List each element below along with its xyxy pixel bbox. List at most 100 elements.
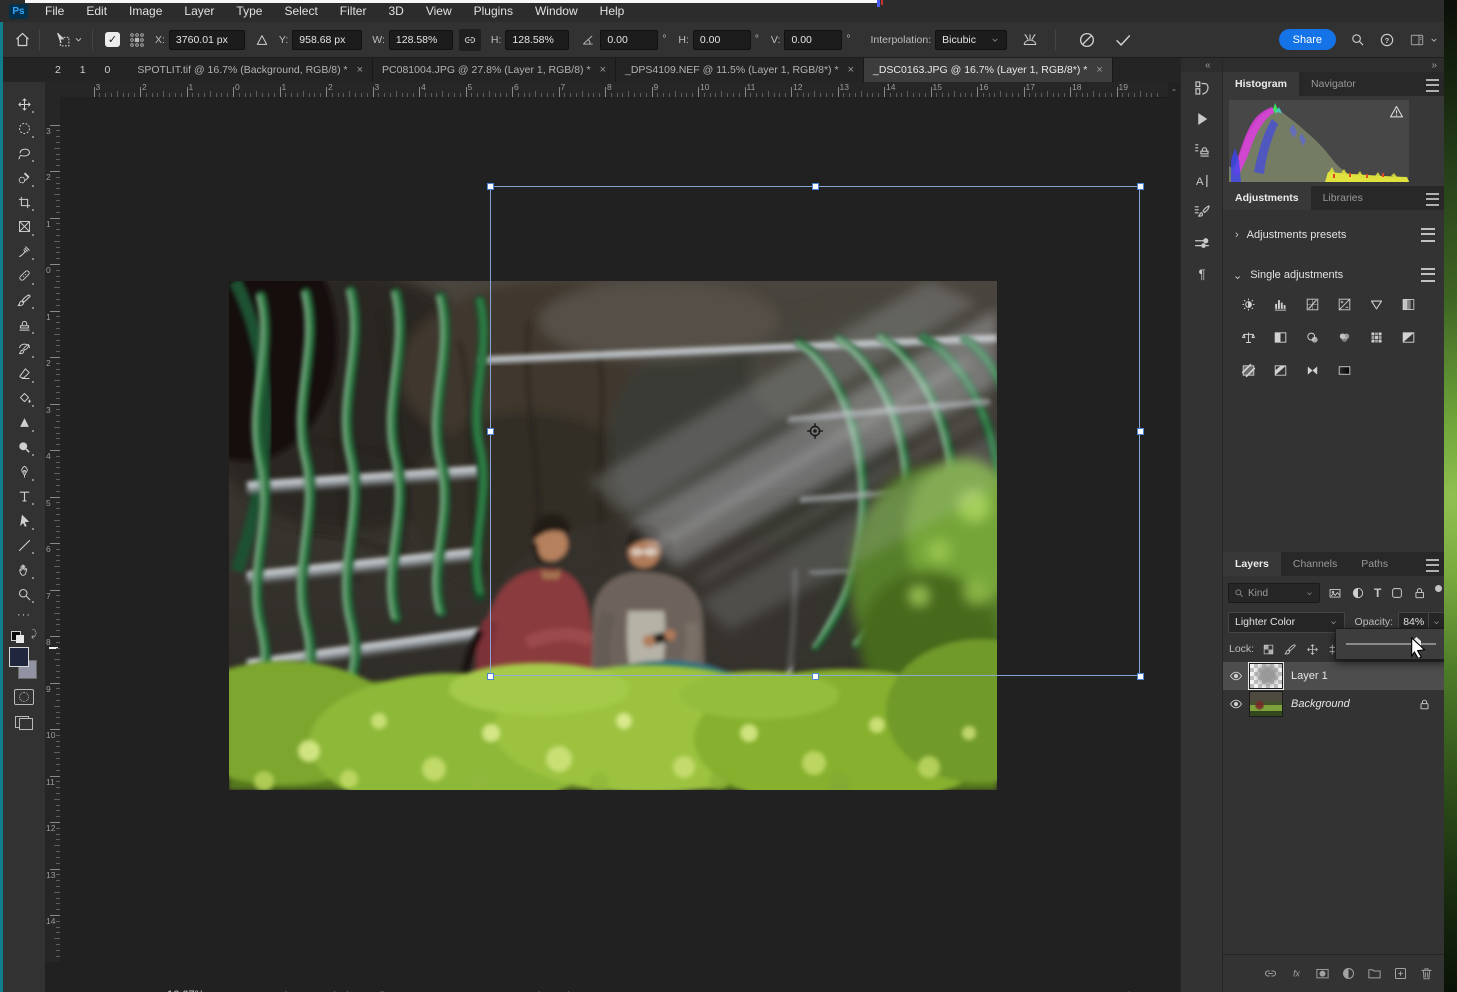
filter-shape-icon[interactable] (1390, 586, 1404, 600)
new-layer-button[interactable] (1387, 966, 1413, 981)
transform-tool-icon[interactable] (54, 31, 71, 48)
layer-filter-search[interactable]: Kind (1228, 583, 1320, 603)
menu-type[interactable]: Type (225, 4, 273, 18)
collapse-panels-button[interactable]: « (1181, 58, 1223, 72)
sharpen-tool[interactable] (12, 411, 36, 435)
close-icon[interactable]: × (600, 64, 606, 76)
hue-saturation-adjustment-icon[interactable] (1397, 296, 1419, 313)
zoom-tool[interactable] (12, 582, 36, 606)
fx-button[interactable] (1283, 966, 1309, 981)
tab-adjustments[interactable]: Adjustments (1223, 186, 1311, 210)
vertical-scrollbar-gutter[interactable]: ⌃ (1168, 82, 1180, 992)
menu-edit[interactable]: Edit (75, 4, 118, 18)
panel-button-paragraph[interactable] (1181, 258, 1223, 289)
quick-select-tool[interactable] (12, 166, 36, 190)
interpolation-select[interactable]: Bicubic (935, 30, 1007, 50)
lock-checker-icon[interactable] (1262, 643, 1284, 656)
pen-tool[interactable] (12, 460, 36, 484)
menu-help[interactable]: Help (589, 4, 636, 18)
adjustments-presets-row[interactable]: › Adjustments presets (1223, 222, 1445, 248)
w-input[interactable]: 128.58% (389, 30, 453, 50)
foreground-color-swatch[interactable] (9, 647, 29, 667)
black-white-adjustment-icon[interactable] (1269, 329, 1291, 346)
path-select-tool[interactable] (12, 509, 36, 533)
filter-pixel-icon[interactable] (1328, 586, 1342, 600)
transform-handle-top-center[interactable] (812, 183, 819, 190)
clone-stamp-tool[interactable] (12, 313, 36, 337)
lock-brush-icon[interactable] (1284, 643, 1306, 656)
tab-navigator[interactable]: Navigator (1299, 72, 1368, 96)
panel-menu-icon[interactable] (1426, 79, 1439, 92)
dodge-tool[interactable] (12, 435, 36, 459)
visibility-eye-icon[interactable] (1223, 669, 1249, 683)
group-button[interactable] (1361, 966, 1387, 981)
healing-brush-tool[interactable] (12, 264, 36, 288)
delete-button[interactable] (1413, 966, 1439, 981)
layer-name[interactable]: Background (1291, 698, 1350, 710)
line-tool[interactable] (12, 533, 36, 557)
brush-tool[interactable] (12, 288, 36, 312)
layer-row-background[interactable]: Background (1223, 690, 1445, 718)
opacity-slider-popup[interactable] (1335, 628, 1447, 660)
layer-thumbnail[interactable] (1249, 691, 1283, 717)
crop-tool[interactable] (12, 190, 36, 214)
hand-tool[interactable] (12, 558, 36, 582)
expand-panels-button[interactable]: » (1223, 58, 1445, 72)
chevron-down-icon[interactable] (1429, 35, 1439, 45)
menu-filter[interactable]: Filter (329, 4, 378, 18)
x-input[interactable]: 3760.01 px (169, 30, 245, 50)
panel-button-actions[interactable] (1181, 103, 1223, 134)
photo-filter-adjustment-icon[interactable] (1301, 329, 1323, 346)
transform-reference-point[interactable] (804, 420, 826, 442)
transform-handle-top-right[interactable] (1137, 183, 1144, 190)
reference-point-checkbox[interactable]: ✓ (105, 32, 120, 47)
brightness-contrast-adjustment-icon[interactable] (1237, 296, 1259, 313)
close-icon[interactable]: × (848, 64, 854, 76)
quick-mask-button[interactable] (14, 689, 34, 705)
status-arrow-icon[interactable]: ‹ (566, 988, 570, 992)
gradient-map-adjustment-icon[interactable] (1333, 362, 1355, 379)
transform-handle-mid-left[interactable] (487, 428, 494, 435)
visibility-eye-icon[interactable] (1223, 697, 1249, 711)
h-input[interactable]: 128.58% (505, 30, 569, 50)
frame-tool[interactable] (12, 215, 36, 239)
document-tab-1[interactable]: SPOTLIT.tif @ 16.7% (Background, RGB/8) … (128, 58, 373, 82)
panel-button-character[interactable] (1181, 165, 1223, 196)
layer-name[interactable]: Layer 1 (1291, 670, 1328, 682)
color-balance-adjustment-icon[interactable] (1237, 329, 1259, 346)
panel-menu-icon[interactable] (1426, 193, 1439, 206)
horizontal-ruler[interactable]: 321012345678910111213141516171819 (60, 82, 1168, 98)
scroll-up-icon[interactable]: ⌃ (1168, 88, 1180, 97)
share-button[interactable]: Share (1279, 29, 1336, 50)
blend-mode-select[interactable]: Lighter Color (1228, 612, 1345, 633)
eyedropper-tool[interactable] (12, 239, 36, 263)
more-tools-button[interactable]: ··· (17, 609, 31, 621)
layer-thumbnail[interactable] (1249, 663, 1283, 689)
document-tab-3[interactable]: _DPS4109.NEF @ 11.5% (Layer 1, RGB/8*) *… (616, 58, 864, 82)
eraser-tool[interactable] (12, 362, 36, 386)
filter-smart-object-icon[interactable] (1413, 586, 1427, 600)
move-tool[interactable] (12, 92, 36, 116)
tab-layers[interactable]: Layers (1223, 552, 1281, 576)
scroll-right-icon[interactable]: › (1128, 988, 1132, 992)
tab-channels[interactable]: Channels (1281, 552, 1349, 576)
vskew-input[interactable]: 0.00 (784, 30, 842, 50)
color-lookup-adjustment-icon[interactable] (1365, 329, 1387, 346)
reference-point-grid-icon[interactable] (129, 32, 145, 48)
cancel-transform-button[interactable] (1078, 31, 1096, 49)
rotate-input[interactable]: 0.00 (600, 30, 658, 50)
tool-preset-chevron-icon[interactable] (73, 34, 84, 45)
invert-adjustment-icon[interactable] (1397, 329, 1419, 346)
type-tool[interactable] (12, 484, 36, 508)
status-arrow-icon[interactable]: › (538, 988, 542, 992)
single-adjustments-row[interactable]: ⌄ Single adjustments (1223, 262, 1445, 288)
lock-move-icon[interactable] (1306, 643, 1328, 656)
warp-mode-button[interactable] (1021, 31, 1039, 49)
vibrance-adjustment-icon[interactable] (1365, 296, 1387, 313)
levels-adjustment-icon[interactable] (1269, 296, 1291, 313)
tab-libraries[interactable]: Libraries (1311, 186, 1375, 210)
foreground-background-swatches[interactable] (9, 647, 39, 679)
layer-row-layer-1[interactable]: Layer 1 (1223, 662, 1445, 690)
home-icon[interactable] (14, 31, 31, 48)
document-tab-2[interactable]: PC081004.JPG @ 27.8% (Layer 1, RGB/8) *× (373, 58, 616, 82)
